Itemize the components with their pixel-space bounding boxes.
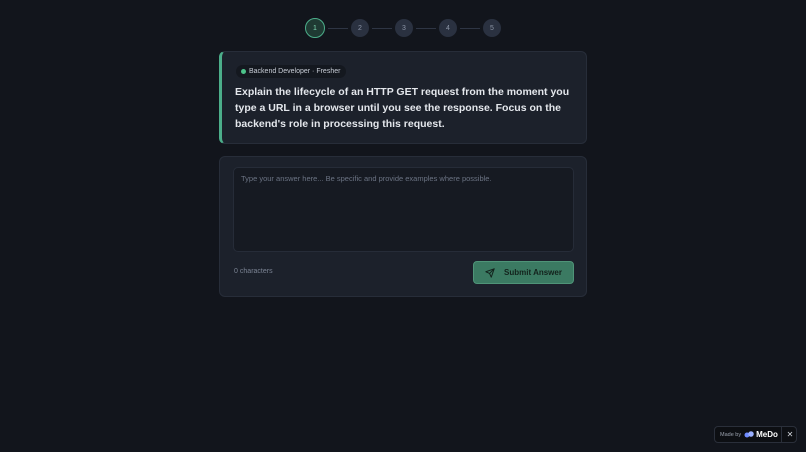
answer-textarea[interactable] xyxy=(233,167,574,252)
send-icon xyxy=(485,267,495,278)
made-by-badge[interactable]: Made by MeDo ✕ xyxy=(714,426,797,443)
step-connector xyxy=(460,27,480,29)
made-by-divider xyxy=(781,427,782,442)
step-connector xyxy=(372,27,392,29)
submit-answer-label: Submit Answer xyxy=(504,268,562,277)
question-text: Explain the lifecycle of an HTTP GET req… xyxy=(235,86,570,130)
character-count: 0 characters xyxy=(234,268,275,275)
question-stepper: 1 2 3 4 5 xyxy=(305,18,501,38)
step-5[interactable]: 5 xyxy=(483,19,501,37)
character-count-label: characters xyxy=(239,268,273,275)
medo-logo-icon xyxy=(744,431,754,438)
answer-card: 0characters Submit Answer xyxy=(219,156,587,297)
interview-page: 1 2 3 4 5 Backend Developer · Fresher Ex… xyxy=(0,0,806,452)
submit-answer-button[interactable]: Submit Answer xyxy=(473,261,574,284)
step-4[interactable]: 4 xyxy=(439,19,457,37)
step-connector xyxy=(416,27,436,29)
status-dot-icon xyxy=(241,69,246,74)
step-connector xyxy=(328,27,348,29)
made-by-prefix: Made by xyxy=(720,431,742,438)
step-3[interactable]: 3 xyxy=(395,19,413,37)
medo-brand: MeDo xyxy=(756,430,778,439)
role-badge: Backend Developer · Fresher xyxy=(236,65,347,78)
step-1[interactable]: 1 xyxy=(305,18,325,38)
question-card: Backend Developer · Fresher Explain the … xyxy=(219,51,587,144)
role-badge-label: Backend Developer · Fresher xyxy=(249,68,341,75)
close-icon[interactable]: ✕ xyxy=(784,427,796,442)
medo-logo: MeDo xyxy=(744,430,778,439)
step-2[interactable]: 2 xyxy=(351,19,369,37)
character-count-value: 0 xyxy=(234,268,238,275)
